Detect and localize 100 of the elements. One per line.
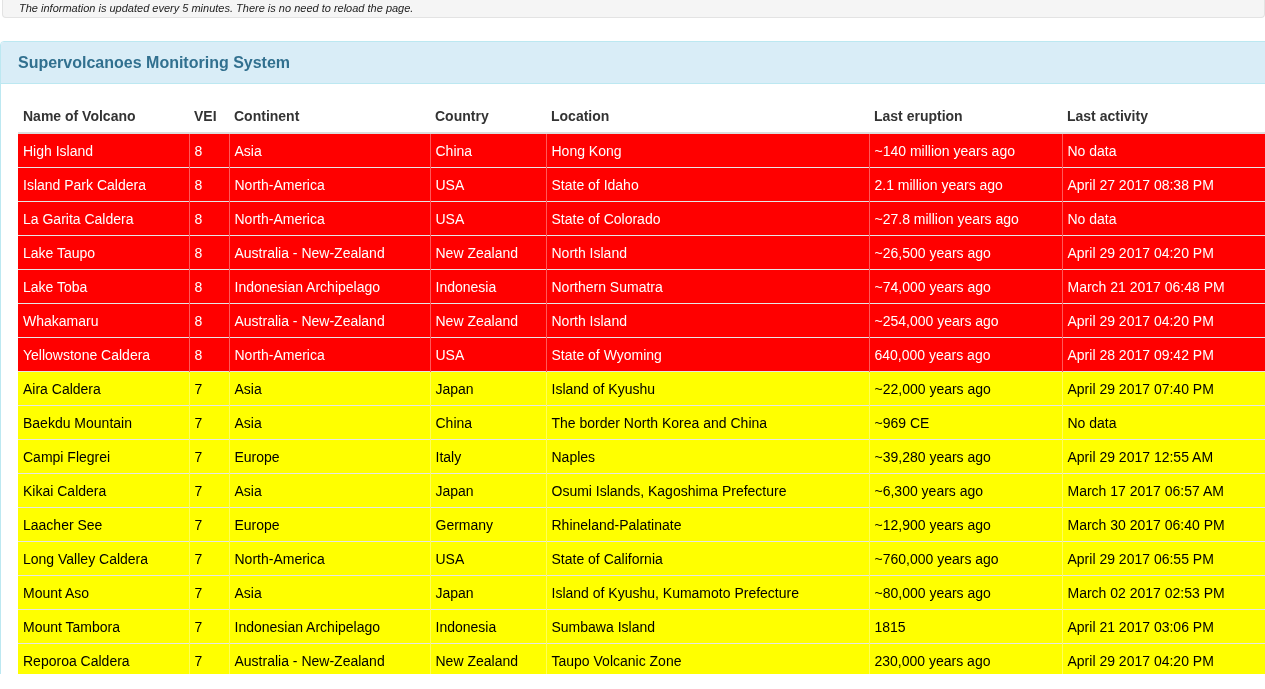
table-cell: Mount Tambora — [18, 609, 189, 644]
table-cell: Japan — [430, 575, 546, 610]
table-cell: ~26,500 years ago — [869, 235, 1062, 270]
table-cell: ~6,300 years ago — [869, 473, 1062, 508]
table-cell: ~80,000 years ago — [869, 575, 1062, 610]
table-cell: 8 — [189, 167, 229, 202]
table-cell: New Zealand — [430, 235, 546, 270]
table-cell: North-America — [229, 541, 430, 576]
table-cell: USA — [430, 337, 546, 372]
table-cell: State of Colorado — [546, 201, 869, 236]
table-cell: Australia - New-Zealand — [229, 235, 430, 270]
table-cell: Asia — [229, 575, 430, 610]
table-cell: USA — [430, 201, 546, 236]
table-cell: 7 — [189, 507, 229, 542]
table-cell: 8 — [189, 269, 229, 304]
table-cell: North Island — [546, 303, 869, 338]
table-cell: No data — [1062, 405, 1265, 440]
table-cell: Laacher See — [18, 507, 189, 542]
table-cell: Asia — [229, 371, 430, 406]
table-cell: Island of Kyushu — [546, 371, 869, 406]
table-cell: Whakamaru — [18, 303, 189, 338]
table-cell: North-America — [229, 201, 430, 236]
table-cell: ~27.8 million years ago — [869, 201, 1062, 236]
table-cell: Indonesia — [430, 609, 546, 644]
table-cell: State of Idaho — [546, 167, 869, 202]
table-cell: Europe — [229, 439, 430, 474]
table-cell: China — [430, 405, 546, 440]
table-cell: Osumi Islands, Kagoshima Prefecture — [546, 473, 869, 508]
table-cell: ~760,000 years ago — [869, 541, 1062, 576]
table-cell: 7 — [189, 643, 229, 674]
table-cell: USA — [430, 541, 546, 576]
table-cell: No data — [1062, 133, 1265, 168]
table-cell: Asia — [229, 473, 430, 508]
table-cell: North Island — [546, 235, 869, 270]
table-cell: Lake Taupo — [18, 235, 189, 270]
table-cell: Japan — [430, 371, 546, 406]
table-cell: Sumbawa Island — [546, 609, 869, 644]
table-cell: 7 — [189, 609, 229, 644]
table-cell: 8 — [189, 201, 229, 236]
table-cell: USA — [430, 167, 546, 202]
table-cell: 230,000 years ago — [869, 643, 1062, 674]
table-cell: ~39,280 years ago — [869, 439, 1062, 474]
table-cell: 7 — [189, 405, 229, 440]
table-cell: 7 — [189, 473, 229, 508]
table-cell: April 29 2017 04:20 PM — [1062, 303, 1265, 338]
table-cell: North-America — [229, 167, 430, 202]
table-cell: Northern Sumatra — [546, 269, 869, 304]
table-cell: 7 — [189, 541, 229, 576]
table-cell: March 02 2017 02:53 PM — [1062, 575, 1265, 610]
table-cell: North-America — [229, 337, 430, 372]
table-cell: April 29 2017 04:20 PM — [1062, 235, 1265, 270]
table-cell: March 21 2017 06:48 PM — [1062, 269, 1265, 304]
table-cell: ~254,000 years ago — [869, 303, 1062, 338]
table-cell: March 17 2017 06:57 AM — [1062, 473, 1265, 508]
table-cell: April 27 2017 08:38 PM — [1062, 167, 1265, 202]
table-cell: 8 — [189, 133, 229, 168]
table-cell: Reporoa Caldera — [18, 643, 189, 674]
table-cell: Lake Toba — [18, 269, 189, 304]
table-cell: April 29 2017 04:20 PM — [1062, 643, 1265, 674]
table-cell: 7 — [189, 371, 229, 406]
table-cell: State of Wyoming — [546, 337, 869, 372]
table-cell: Australia - New-Zealand — [229, 303, 430, 338]
table-cell: La Garita Caldera — [18, 201, 189, 236]
table-cell: The border North Korea and China — [546, 405, 869, 440]
table-cell: Campi Flegrei — [18, 439, 189, 474]
table-cell: 1815 — [869, 609, 1062, 644]
table-cell: Rhineland-Palatinate — [546, 507, 869, 542]
table-cell: ~140 million years ago — [869, 133, 1062, 168]
table-cell: Asia — [229, 133, 430, 168]
table-cell: Australia - New-Zealand — [229, 643, 430, 674]
update-notice: The information is updated every 5 minutes. There is no need to reload the page. — [19, 1, 414, 15]
table-cell: Japan — [430, 473, 546, 508]
table-cell: State of California — [546, 541, 869, 576]
table-cell: 8 — [189, 303, 229, 338]
table-cell: No data — [1062, 201, 1265, 236]
table-cell: Aira Caldera — [18, 371, 189, 406]
table-cell: Mount Aso — [18, 575, 189, 610]
table-cell: Europe — [229, 507, 430, 542]
table-cell: April 21 2017 03:06 PM — [1062, 609, 1265, 644]
table-cell: 640,000 years ago — [869, 337, 1062, 372]
table-cell: Italy — [430, 439, 546, 474]
table-cell: Island Park Caldera — [18, 167, 189, 202]
table-cell: New Zealand — [430, 303, 546, 338]
table-cell: Hong Kong — [546, 133, 869, 168]
table-cell: 7 — [189, 575, 229, 610]
table-cell: Asia — [229, 405, 430, 440]
table-cell: High Island — [18, 133, 189, 168]
panel-title: Supervolcanoes Monitoring System — [18, 53, 291, 72]
table-cell: 8 — [189, 337, 229, 372]
table-cell: April 29 2017 06:55 PM — [1062, 541, 1265, 576]
table-cell: Taupo Volcanic Zone — [546, 643, 869, 674]
table-cell: Indonesian Archipelago — [229, 609, 430, 644]
table-cell: ~22,000 years ago — [869, 371, 1062, 406]
table-cell: April 29 2017 07:40 PM — [1062, 371, 1265, 406]
table-cell: New Zealand — [430, 643, 546, 674]
table-cell: April 28 2017 09:42 PM — [1062, 337, 1265, 372]
table-cell: China — [430, 133, 546, 168]
table-cell: 2.1 million years ago — [869, 167, 1062, 202]
table-cell: Long Valley Caldera — [18, 541, 189, 576]
table-cell: ~12,900 years ago — [869, 507, 1062, 542]
